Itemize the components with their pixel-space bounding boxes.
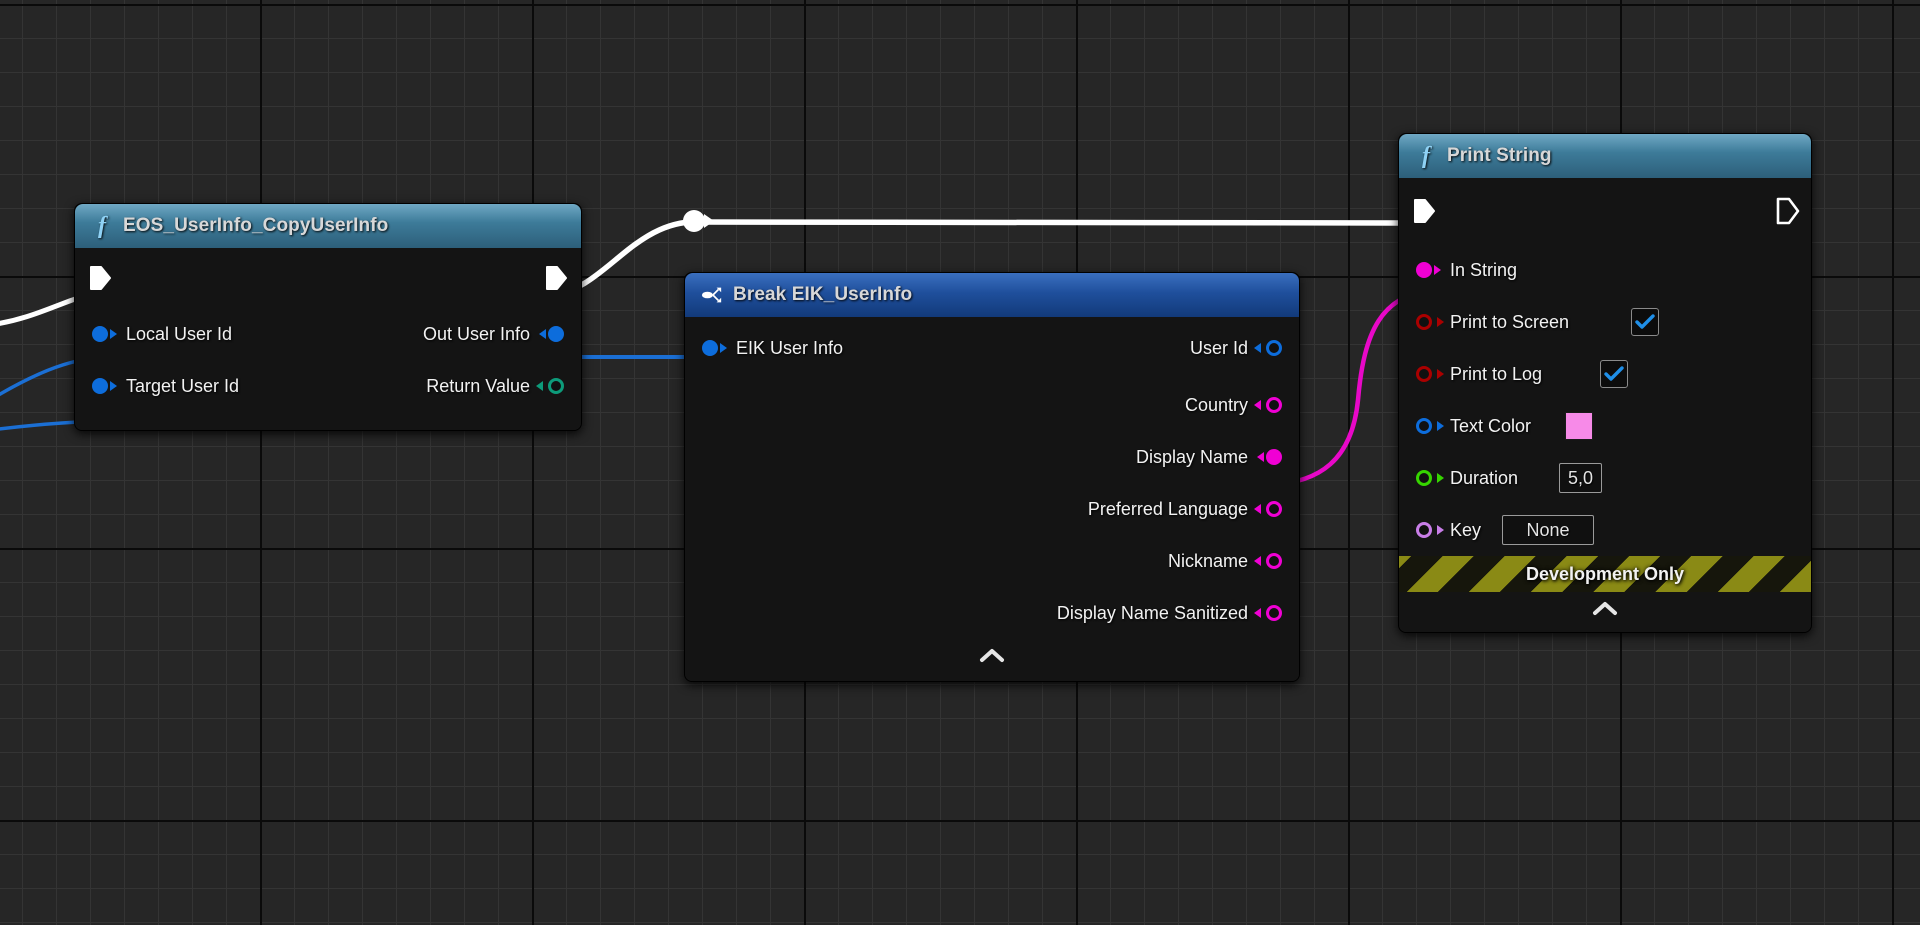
pin-preferred-language[interactable] xyxy=(1266,501,1282,517)
node-header[interactable]: Break EIK_UserInfo xyxy=(685,273,1299,317)
blueprint-graph-canvas[interactable]: f EOS_UserInfo_CopyUserInfo xyxy=(0,0,1920,925)
node-body: In String Print to Screen Print to Log xyxy=(1399,178,1811,632)
pin-row-country: Country xyxy=(685,379,1299,431)
pin-row-nickname: Nickname xyxy=(685,535,1299,587)
collapse-toggle-break[interactable] xyxy=(685,639,1299,673)
pin-local-user-id[interactable] xyxy=(92,326,108,342)
pin-print-to-log[interactable] xyxy=(1416,366,1432,382)
pin-label-local-user-id: Local User Id xyxy=(126,324,232,345)
pin-label-return-value: Return Value xyxy=(426,376,530,397)
pin-row-eikuserinfo-userid: EIK User Info User Id xyxy=(685,317,1299,379)
pin-row-print-to-screen: Print to Screen xyxy=(1399,296,1811,348)
development-only-label: Development Only xyxy=(1526,564,1684,585)
node-eos-userinfo-copyuserinfo[interactable]: f EOS_UserInfo_CopyUserInfo xyxy=(74,203,582,431)
checkbox-print-to-log[interactable] xyxy=(1600,360,1628,388)
function-icon: f xyxy=(91,215,113,237)
pin-label-display-name: Display Name xyxy=(1136,447,1248,468)
node-break-eik-userinfo[interactable]: Break EIK_UserInfo EIK User Info User Id… xyxy=(684,272,1300,682)
pin-display-name[interactable] xyxy=(1266,449,1282,465)
node-print-string[interactable]: f Print String In xyxy=(1398,133,1812,633)
pin-return-value[interactable] xyxy=(548,378,564,394)
pin-user-id[interactable] xyxy=(1266,340,1282,356)
pin-country[interactable] xyxy=(1266,397,1282,413)
pin-label-duration: Duration xyxy=(1450,468,1518,489)
pin-row-duration: Duration 5,0 xyxy=(1399,452,1811,504)
exec-input-pin[interactable] xyxy=(89,265,111,291)
pin-text-color[interactable] xyxy=(1416,418,1432,434)
check-icon xyxy=(1604,366,1624,382)
node-title: EOS_UserInfo_CopyUserInfo xyxy=(123,215,388,237)
pin-in-string[interactable] xyxy=(1416,262,1432,278)
check-icon xyxy=(1635,314,1655,330)
pin-label-user-id: User Id xyxy=(1190,338,1248,359)
collapse-toggle-print[interactable] xyxy=(1399,592,1811,626)
wire-knot-reroute[interactable] xyxy=(683,210,705,232)
pin-row-print-to-log: Print to Log xyxy=(1399,348,1811,400)
pin-label-target-user-id: Target User Id xyxy=(126,376,239,397)
pin-label-key: Key xyxy=(1450,520,1481,541)
pin-label-out-user-info: Out User Info xyxy=(423,324,530,345)
pin-row-display-name-sanitized: Display Name Sanitized xyxy=(685,587,1299,639)
pin-print-to-screen[interactable] xyxy=(1416,314,1432,330)
pin-row-key: Key None xyxy=(1399,504,1811,556)
node-header[interactable]: f Print String xyxy=(1399,134,1811,178)
chevron-up-icon xyxy=(1591,601,1619,617)
input-key[interactable]: None xyxy=(1502,515,1594,545)
node-body: EIK User Info User Id Country Display Na… xyxy=(685,317,1299,681)
pin-label-print-to-screen: Print to Screen xyxy=(1450,312,1569,333)
pin-row-in-string: In String xyxy=(1399,244,1811,296)
color-swatch-text-color[interactable] xyxy=(1565,412,1593,440)
pin-label-eik-user-info: EIK User Info xyxy=(736,338,843,359)
node-header[interactable]: f EOS_UserInfo_CopyUserInfo xyxy=(75,204,581,248)
exec-output-pin[interactable] xyxy=(545,265,567,291)
node-body: Local User Id Out User Info Target User … xyxy=(75,248,581,430)
wire-knot-to-print xyxy=(694,222,1432,223)
pin-out-user-info[interactable] xyxy=(548,326,564,342)
pin-row-exec xyxy=(75,248,581,308)
node-title: Print String xyxy=(1447,145,1552,167)
pin-row-localuserid-outuserinfo: Local User Id Out User Info xyxy=(75,308,581,360)
pin-row-preferred-language: Preferred Language xyxy=(685,483,1299,535)
pin-row-targetuserid-returnvalue: Target User Id Return Value xyxy=(75,360,581,412)
pin-display-name-sanitized[interactable] xyxy=(1266,605,1282,621)
wire-knot-nub xyxy=(704,214,714,228)
pin-target-user-id[interactable] xyxy=(92,378,108,394)
pin-label-in-string: In String xyxy=(1450,260,1517,281)
input-duration[interactable]: 5,0 xyxy=(1559,463,1602,493)
pin-eik-user-info[interactable] xyxy=(702,340,718,356)
chevron-up-icon xyxy=(978,648,1006,664)
pin-row-display-name: Display Name xyxy=(685,431,1299,483)
pin-label-print-to-log: Print to Log xyxy=(1450,364,1542,385)
pin-label-preferred-language: Preferred Language xyxy=(1088,499,1248,520)
pin-row-text-color: Text Color xyxy=(1399,400,1811,452)
pin-nickname[interactable] xyxy=(1266,553,1282,569)
pin-key[interactable] xyxy=(1416,522,1432,538)
development-only-banner: Development Only xyxy=(1399,556,1811,592)
function-icon: f xyxy=(1415,145,1437,167)
break-struct-icon xyxy=(701,284,723,306)
pin-label-text-color: Text Color xyxy=(1450,416,1531,437)
exec-input-pin[interactable] xyxy=(1413,198,1435,224)
checkbox-print-to-screen[interactable] xyxy=(1631,308,1659,336)
pin-duration[interactable] xyxy=(1416,470,1432,486)
pin-label-display-name-sanitized: Display Name Sanitized xyxy=(1057,603,1248,624)
pin-row-exec xyxy=(1399,178,1811,244)
exec-output-pin[interactable] xyxy=(1775,196,1797,222)
pin-label-nickname: Nickname xyxy=(1168,551,1248,572)
pin-label-country: Country xyxy=(1185,395,1248,416)
node-title: Break EIK_UserInfo xyxy=(733,284,912,306)
